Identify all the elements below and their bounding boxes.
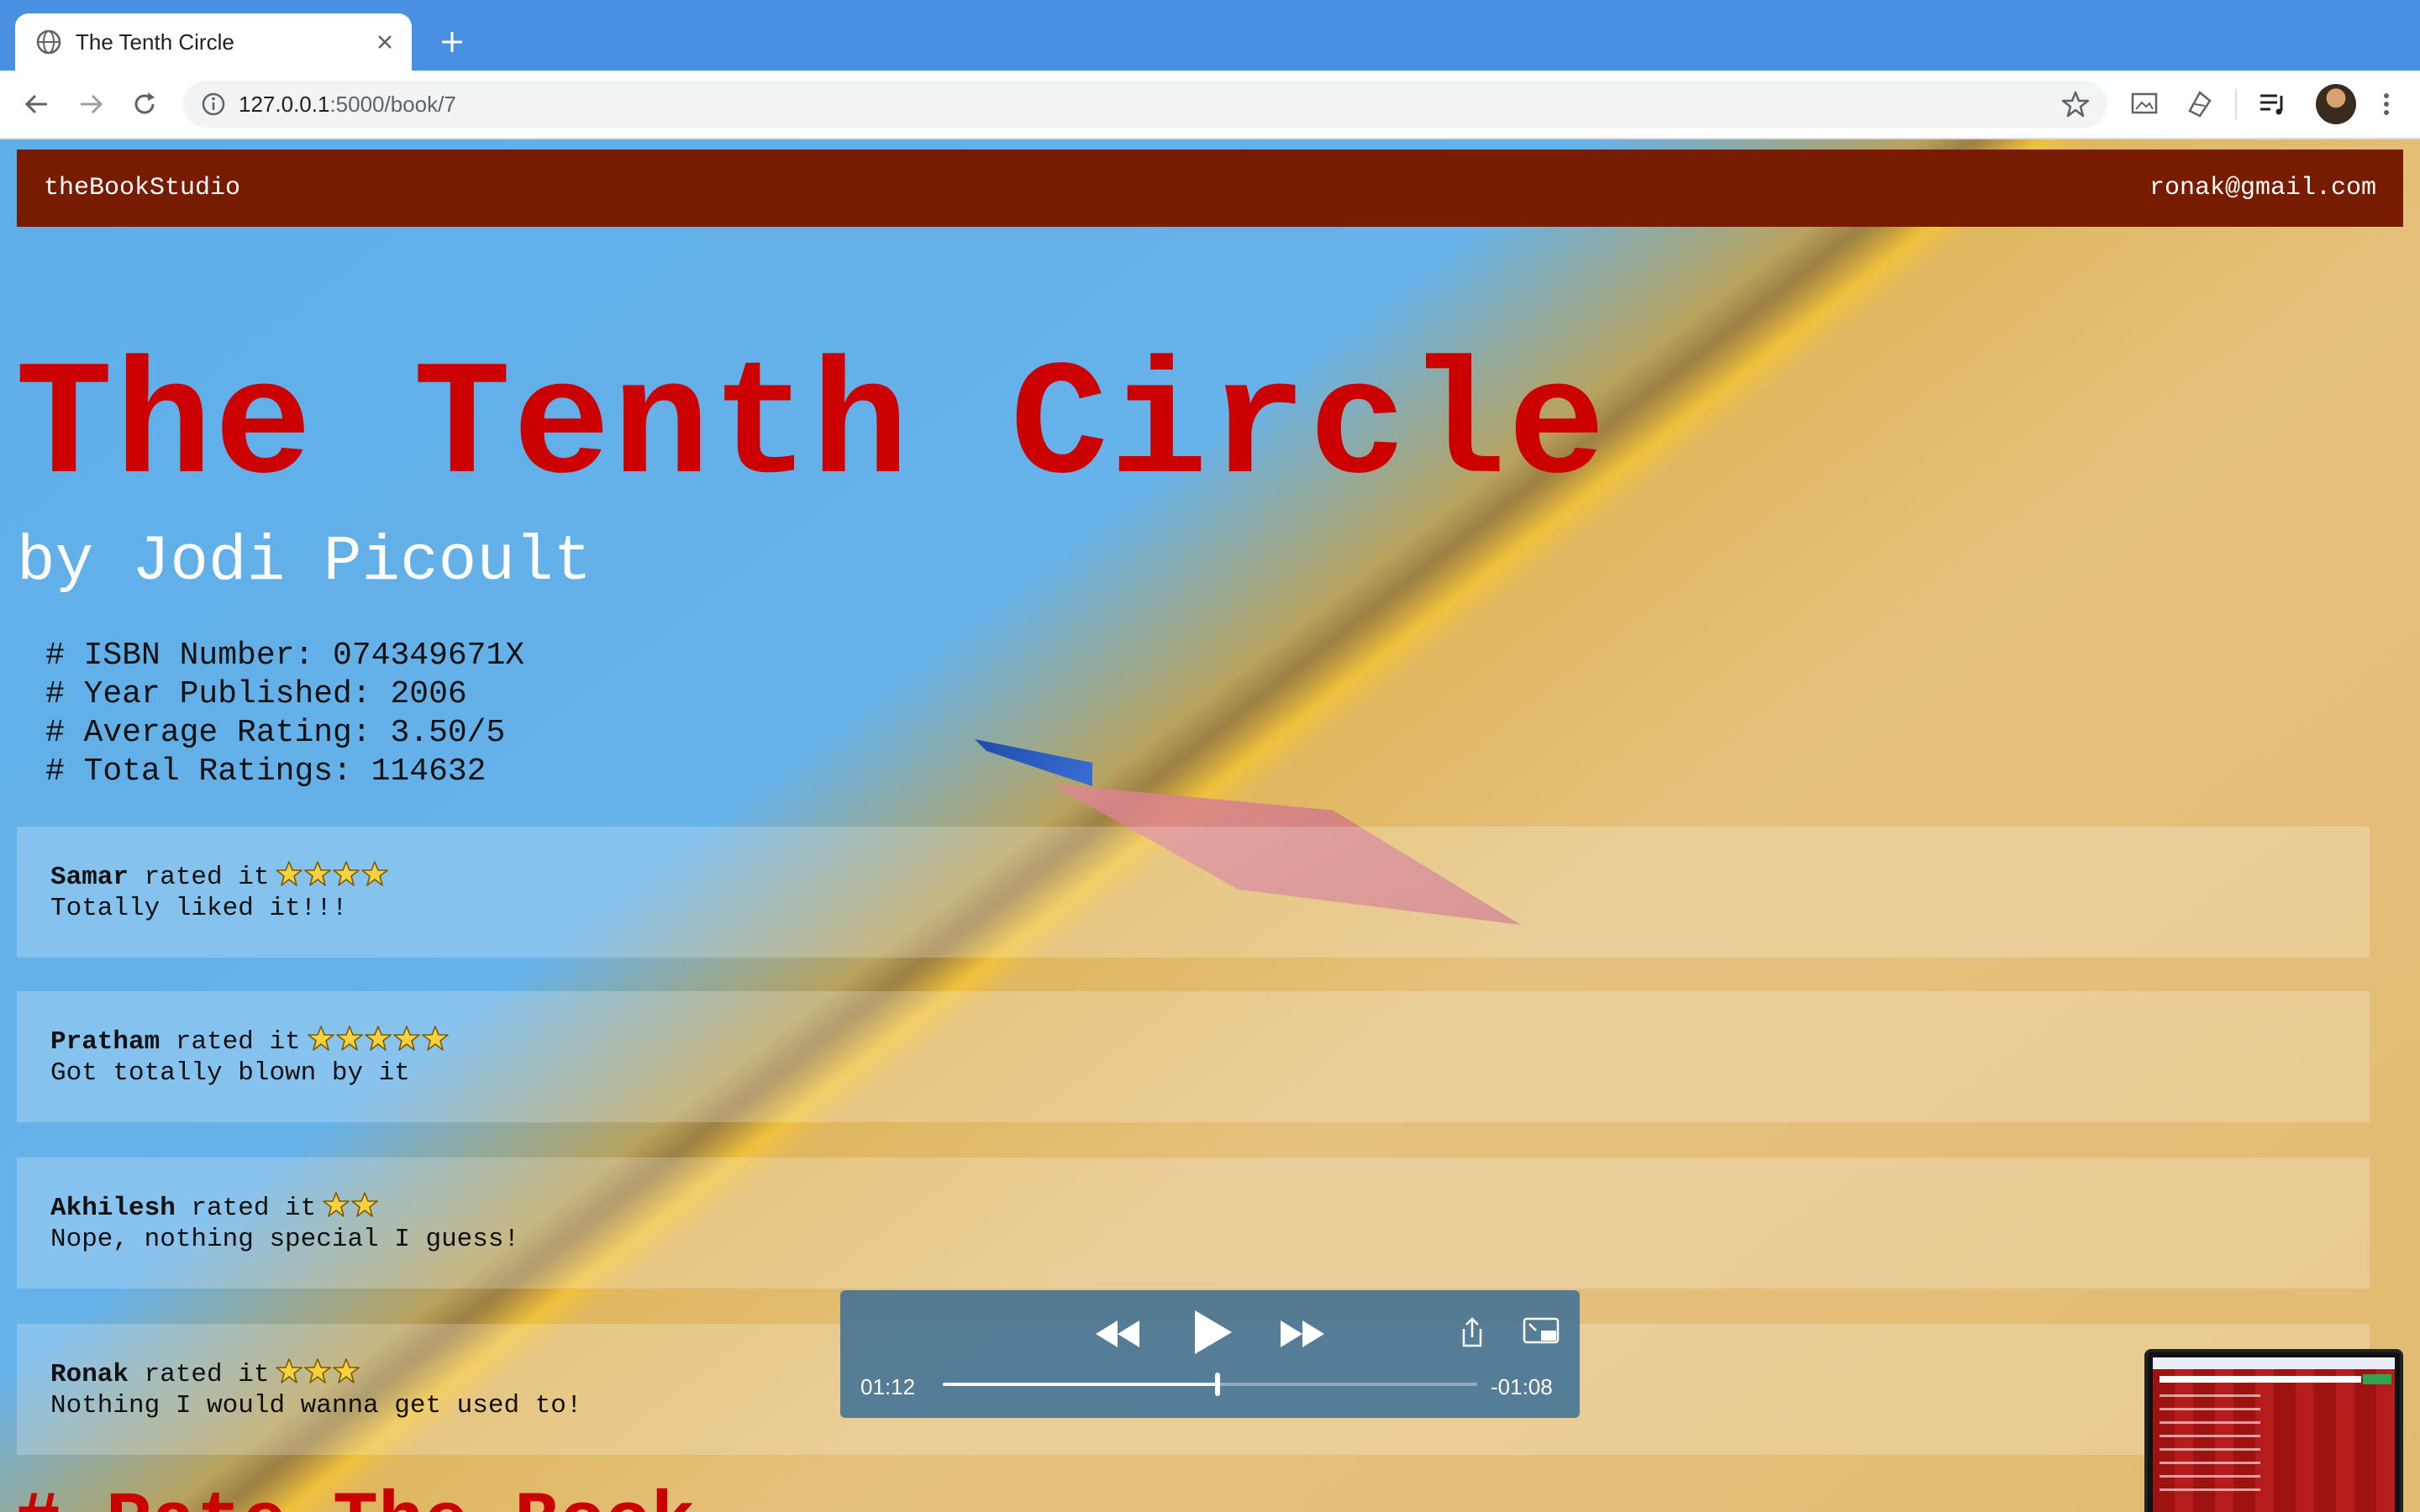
- star-icon: [333, 861, 360, 886]
- star-icon: [392, 1026, 420, 1051]
- remaining-time: -01:08: [1491, 1374, 1553, 1399]
- info-icon[interactable]: [200, 91, 227, 118]
- back-arrow-icon[interactable]: [20, 87, 54, 121]
- reviewer-name: Samar: [50, 863, 129, 892]
- star-icon: [276, 1358, 303, 1383]
- address-bar[interactable]: 127.0.0.1:5000/book/7: [183, 81, 2107, 128]
- pip-list-row: [2160, 1408, 2260, 1410]
- star-icon: [335, 1026, 363, 1051]
- tab-title: The Tenth Circle: [76, 29, 234, 55]
- site-navbar: theBookStudio ronak@gmail.com: [17, 150, 2403, 227]
- extension-puzzle-icon[interactable]: [2183, 87, 2217, 121]
- picture-in-picture-window[interactable]: [2144, 1349, 2403, 1512]
- pip-browser-bar: [2153, 1357, 2395, 1369]
- rated-text: rated it: [129, 863, 270, 892]
- site-brand-link[interactable]: theBookStudio: [44, 173, 240, 203]
- browser-tab-bar: The Tenth Circle: [0, 0, 2420, 71]
- review-card: Akhilesh rated it Nope, nothing special …: [17, 1158, 2370, 1289]
- star-icon: [323, 1192, 350, 1217]
- pip-list-row: [2160, 1475, 2260, 1478]
- pip-list-row: [2160, 1448, 2260, 1451]
- pip-list-row: [2160, 1462, 2260, 1464]
- toolbar-divider: [2235, 89, 2237, 119]
- browser-tab[interactable]: The Tenth Circle: [15, 13, 412, 71]
- bookmark-star-icon[interactable]: [2060, 89, 2091, 119]
- review-card: Samar rated it Totally liked it!!!: [17, 827, 2370, 958]
- new-tab-plus-icon[interactable]: [435, 25, 469, 59]
- star-icon: [307, 1026, 334, 1051]
- background-pencil-blue: [975, 739, 1092, 786]
- rated-text: rated it: [160, 1027, 301, 1057]
- star-icon: [304, 1358, 332, 1383]
- url-host: 127.0.0.1: [239, 92, 330, 117]
- scrubber-track[interactable]: [943, 1373, 1477, 1396]
- star-icon: [333, 1358, 360, 1383]
- pip-list-row: [2160, 1394, 2260, 1397]
- book-meta: # ISBN Number: 074349671X # Year Publish…: [45, 637, 524, 791]
- star-icon: [276, 861, 303, 886]
- media-queue-icon[interactable]: [2255, 87, 2289, 121]
- review-card: Pratham rated it Got totally blown by it: [17, 991, 2370, 1122]
- book-title: The Tenth Circle: [15, 336, 1607, 521]
- star-icon: [421, 1026, 449, 1051]
- star-icon: [361, 861, 389, 886]
- star-icon: [364, 1026, 392, 1051]
- close-icon[interactable]: [371, 29, 398, 55]
- pip-list-row: [2160, 1435, 2260, 1437]
- page-content: theBookStudio ronak@gmail.com The Tenth …: [0, 139, 2420, 1512]
- media-controls-overlay: 01:12 -01:08: [840, 1290, 1580, 1418]
- more-options-icon[interactable]: [2370, 87, 2403, 121]
- review-comment: Got totally blown by it: [50, 1058, 410, 1088]
- elapsed-time: 01:12: [860, 1374, 916, 1399]
- star-icon: [304, 861, 332, 886]
- scrubber-handle[interactable]: [1214, 1373, 1220, 1396]
- review-comment: Nope, nothing special I guess!: [50, 1225, 520, 1254]
- review-comment: Totally liked it!!!: [50, 894, 348, 923]
- rated-text: rated it: [129, 1360, 270, 1389]
- rated-text: rated it: [175, 1194, 317, 1223]
- scrubber-progress: [943, 1383, 1218, 1386]
- profile-avatar[interactable]: [2316, 84, 2356, 124]
- average-rating-line: # Average Rating: 3.50/5: [45, 715, 506, 751]
- reload-icon[interactable]: [128, 87, 161, 121]
- rate-book-heading: # Rate The Book: [15, 1482, 696, 1512]
- url-path: :5000/book/7: [329, 92, 456, 117]
- fast-forward-icon[interactable]: [1277, 1315, 1328, 1352]
- url-text: 127.0.0.1:5000/book/7: [239, 89, 456, 119]
- share-icon[interactable]: [1459, 1315, 1486, 1349]
- year-line: # Year Published: 2006: [45, 676, 467, 712]
- play-icon[interactable]: [1190, 1307, 1235, 1357]
- star-icon: [351, 1192, 379, 1217]
- pip-search-button: [2363, 1374, 2391, 1384]
- pip-list-row: [2160, 1488, 2260, 1491]
- pip-search-field: [2160, 1376, 2361, 1383]
- screenshot-extension-icon[interactable]: [2128, 87, 2161, 121]
- reviewer-name: Akhilesh: [50, 1194, 176, 1223]
- rewind-icon[interactable]: [1092, 1315, 1143, 1352]
- total-ratings-line: # Total Ratings: 114632: [45, 753, 487, 790]
- picture-in-picture-icon[interactable]: [1523, 1317, 1560, 1347]
- reviewer-name: Pratham: [50, 1027, 160, 1057]
- user-email-link[interactable]: ronak@gmail.com: [2149, 173, 2376, 203]
- book-author: by Jodi Picoult: [17, 526, 592, 598]
- forward-arrow-icon[interactable]: [74, 87, 108, 121]
- isbn-line: # ISBN Number: 074349671X: [45, 638, 525, 674]
- browser-toolbar: 127.0.0.1:5000/book/7: [0, 71, 2420, 139]
- reviewer-name: Ronak: [50, 1360, 129, 1389]
- review-comment: Nothing I would wanna get used to!: [50, 1391, 582, 1420]
- globe-icon: [36, 29, 61, 55]
- pip-list-row: [2160, 1421, 2260, 1424]
